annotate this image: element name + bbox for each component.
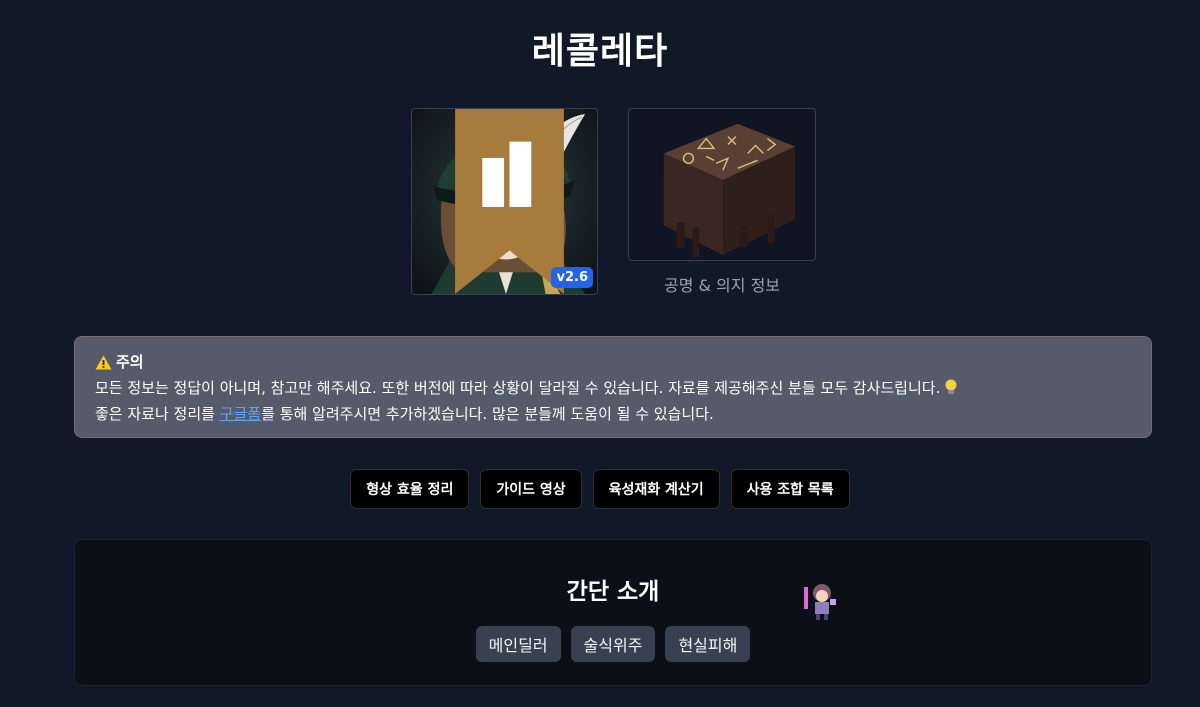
- notice-line-1-text: 모든 정보는 정답이 아니며, 참고만 해주세요. 또한 버전에 따라 상황이 …: [95, 379, 941, 397]
- page: 레콜레타 v2.6 공명 & 의지 정보 주의 모든 정보는 정답이 아니며, …: [0, 0, 1200, 707]
- notice-heading-text: 주의: [116, 353, 144, 371]
- google-form-link[interactable]: 구글폼: [220, 405, 261, 423]
- lightbulb-icon: [945, 379, 957, 394]
- tag-reality-damage: 현실피해: [665, 626, 751, 662]
- team-combo-list-button[interactable]: 사용 조합 목록: [730, 469, 850, 509]
- intro-section: 간단 소개 메인딜러 술식위주 현실피해: [74, 539, 1152, 686]
- notice-heading: 주의: [95, 349, 1131, 375]
- notice-line-1: 모든 정보는 정답이 아니며, 참고만 해주세요. 또한 버전에 따라 상황이 …: [95, 375, 1131, 401]
- intro-tags: 메인딜러 술식위주 현실피해: [75, 626, 1151, 662]
- rune-table-image: [629, 109, 815, 260]
- page-title: 레콜레타: [531, 31, 669, 72]
- notice-line-2: 좋은 자료나 정리를 구글폼를 통해 알려주시면 추가하겠습니다. 많은 분들께…: [95, 401, 1131, 427]
- chibi-sprite-icon: [804, 584, 836, 620]
- notice-line-2-after: 를 통해 알려주시면 추가하겠습니다. 많은 분들께 도움이 될 수 있습니다.: [261, 405, 714, 423]
- version-badge: v2.6: [551, 267, 593, 288]
- warning-icon: [95, 355, 112, 369]
- character-portrait-card[interactable]: v2.6: [411, 108, 598, 295]
- notice-line-2-before: 좋은 자료나 정리를: [95, 405, 220, 423]
- tag-main-dealer: 메인딜러: [475, 626, 561, 662]
- nav-button-row: 형상 효율 정리 가이드 영상 육성재화 계산기 사용 조합 목록: [0, 469, 1200, 509]
- notice-box: 주의 모든 정보는 정답이 아니며, 참고만 해주세요. 또한 버전에 따라 상…: [74, 336, 1152, 438]
- intro-title: 간단 소개: [566, 579, 660, 605]
- guide-video-button[interactable]: 가이드 영상: [480, 469, 582, 509]
- form-efficiency-button[interactable]: 형상 효율 정리: [350, 469, 470, 509]
- psychube-caption[interactable]: 공명 & 의지 정보: [628, 272, 816, 296]
- psychube-card[interactable]: [628, 108, 816, 261]
- growth-calculator-button[interactable]: 육성재화 계산기: [592, 469, 720, 509]
- tag-arts-focus: 술식위주: [570, 626, 656, 662]
